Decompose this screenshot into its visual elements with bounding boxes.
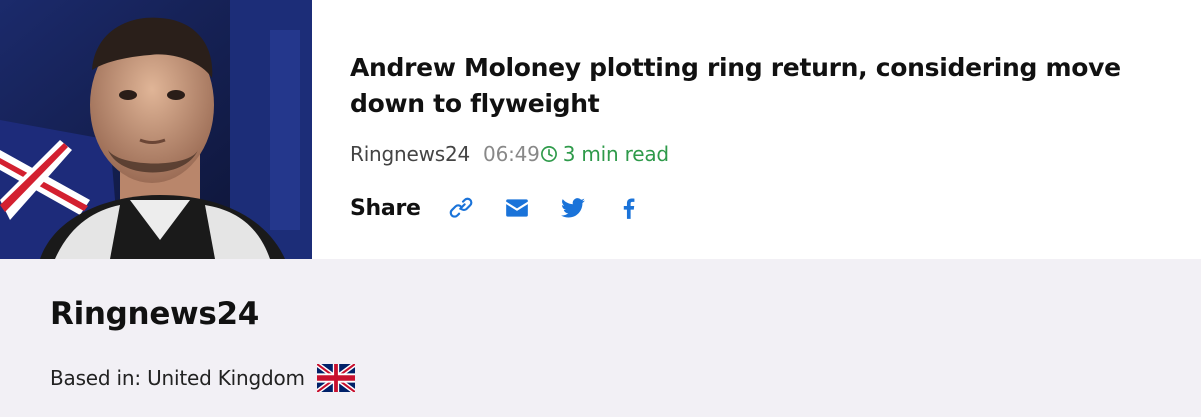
share-bar: Share [350, 190, 1170, 226]
article-headline[interactable]: Andrew Moloney plotting ring return, con… [350, 50, 1170, 122]
article-source[interactable]: Ringnews24 [350, 142, 470, 166]
share-link-button[interactable] [443, 190, 479, 226]
share-email-button[interactable] [499, 190, 535, 226]
article-image [0, 0, 312, 259]
source-location: Based in: United Kingdom [50, 364, 355, 392]
uk-flag-icon [316, 364, 355, 392]
article-meta: Ringnews24 06:49 3 min read [350, 142, 1170, 166]
article-card: Andrew Moloney plotting ring return, con… [0, 0, 1201, 259]
source-info-panel [0, 259, 1201, 417]
twitter-icon [560, 198, 585, 218]
facebook-icon [623, 198, 635, 219]
read-time: 3 min read [540, 142, 669, 166]
link-icon [449, 197, 473, 218]
article-time: 06:49 [483, 142, 540, 166]
mail-icon [505, 199, 528, 217]
source-location-label: Based in: United Kingdom [50, 366, 305, 390]
share-twitter-button[interactable] [555, 190, 591, 226]
source-name[interactable]: Ringnews24 [50, 296, 259, 332]
share-label: Share [350, 195, 421, 221]
article-thumbnail[interactable] [0, 0, 312, 259]
article-content: Andrew Moloney plotting ring return, con… [350, 50, 1170, 226]
read-time-label: 3 min read [562, 142, 669, 166]
share-facebook-button[interactable] [611, 190, 647, 226]
clock-icon [540, 146, 557, 162]
